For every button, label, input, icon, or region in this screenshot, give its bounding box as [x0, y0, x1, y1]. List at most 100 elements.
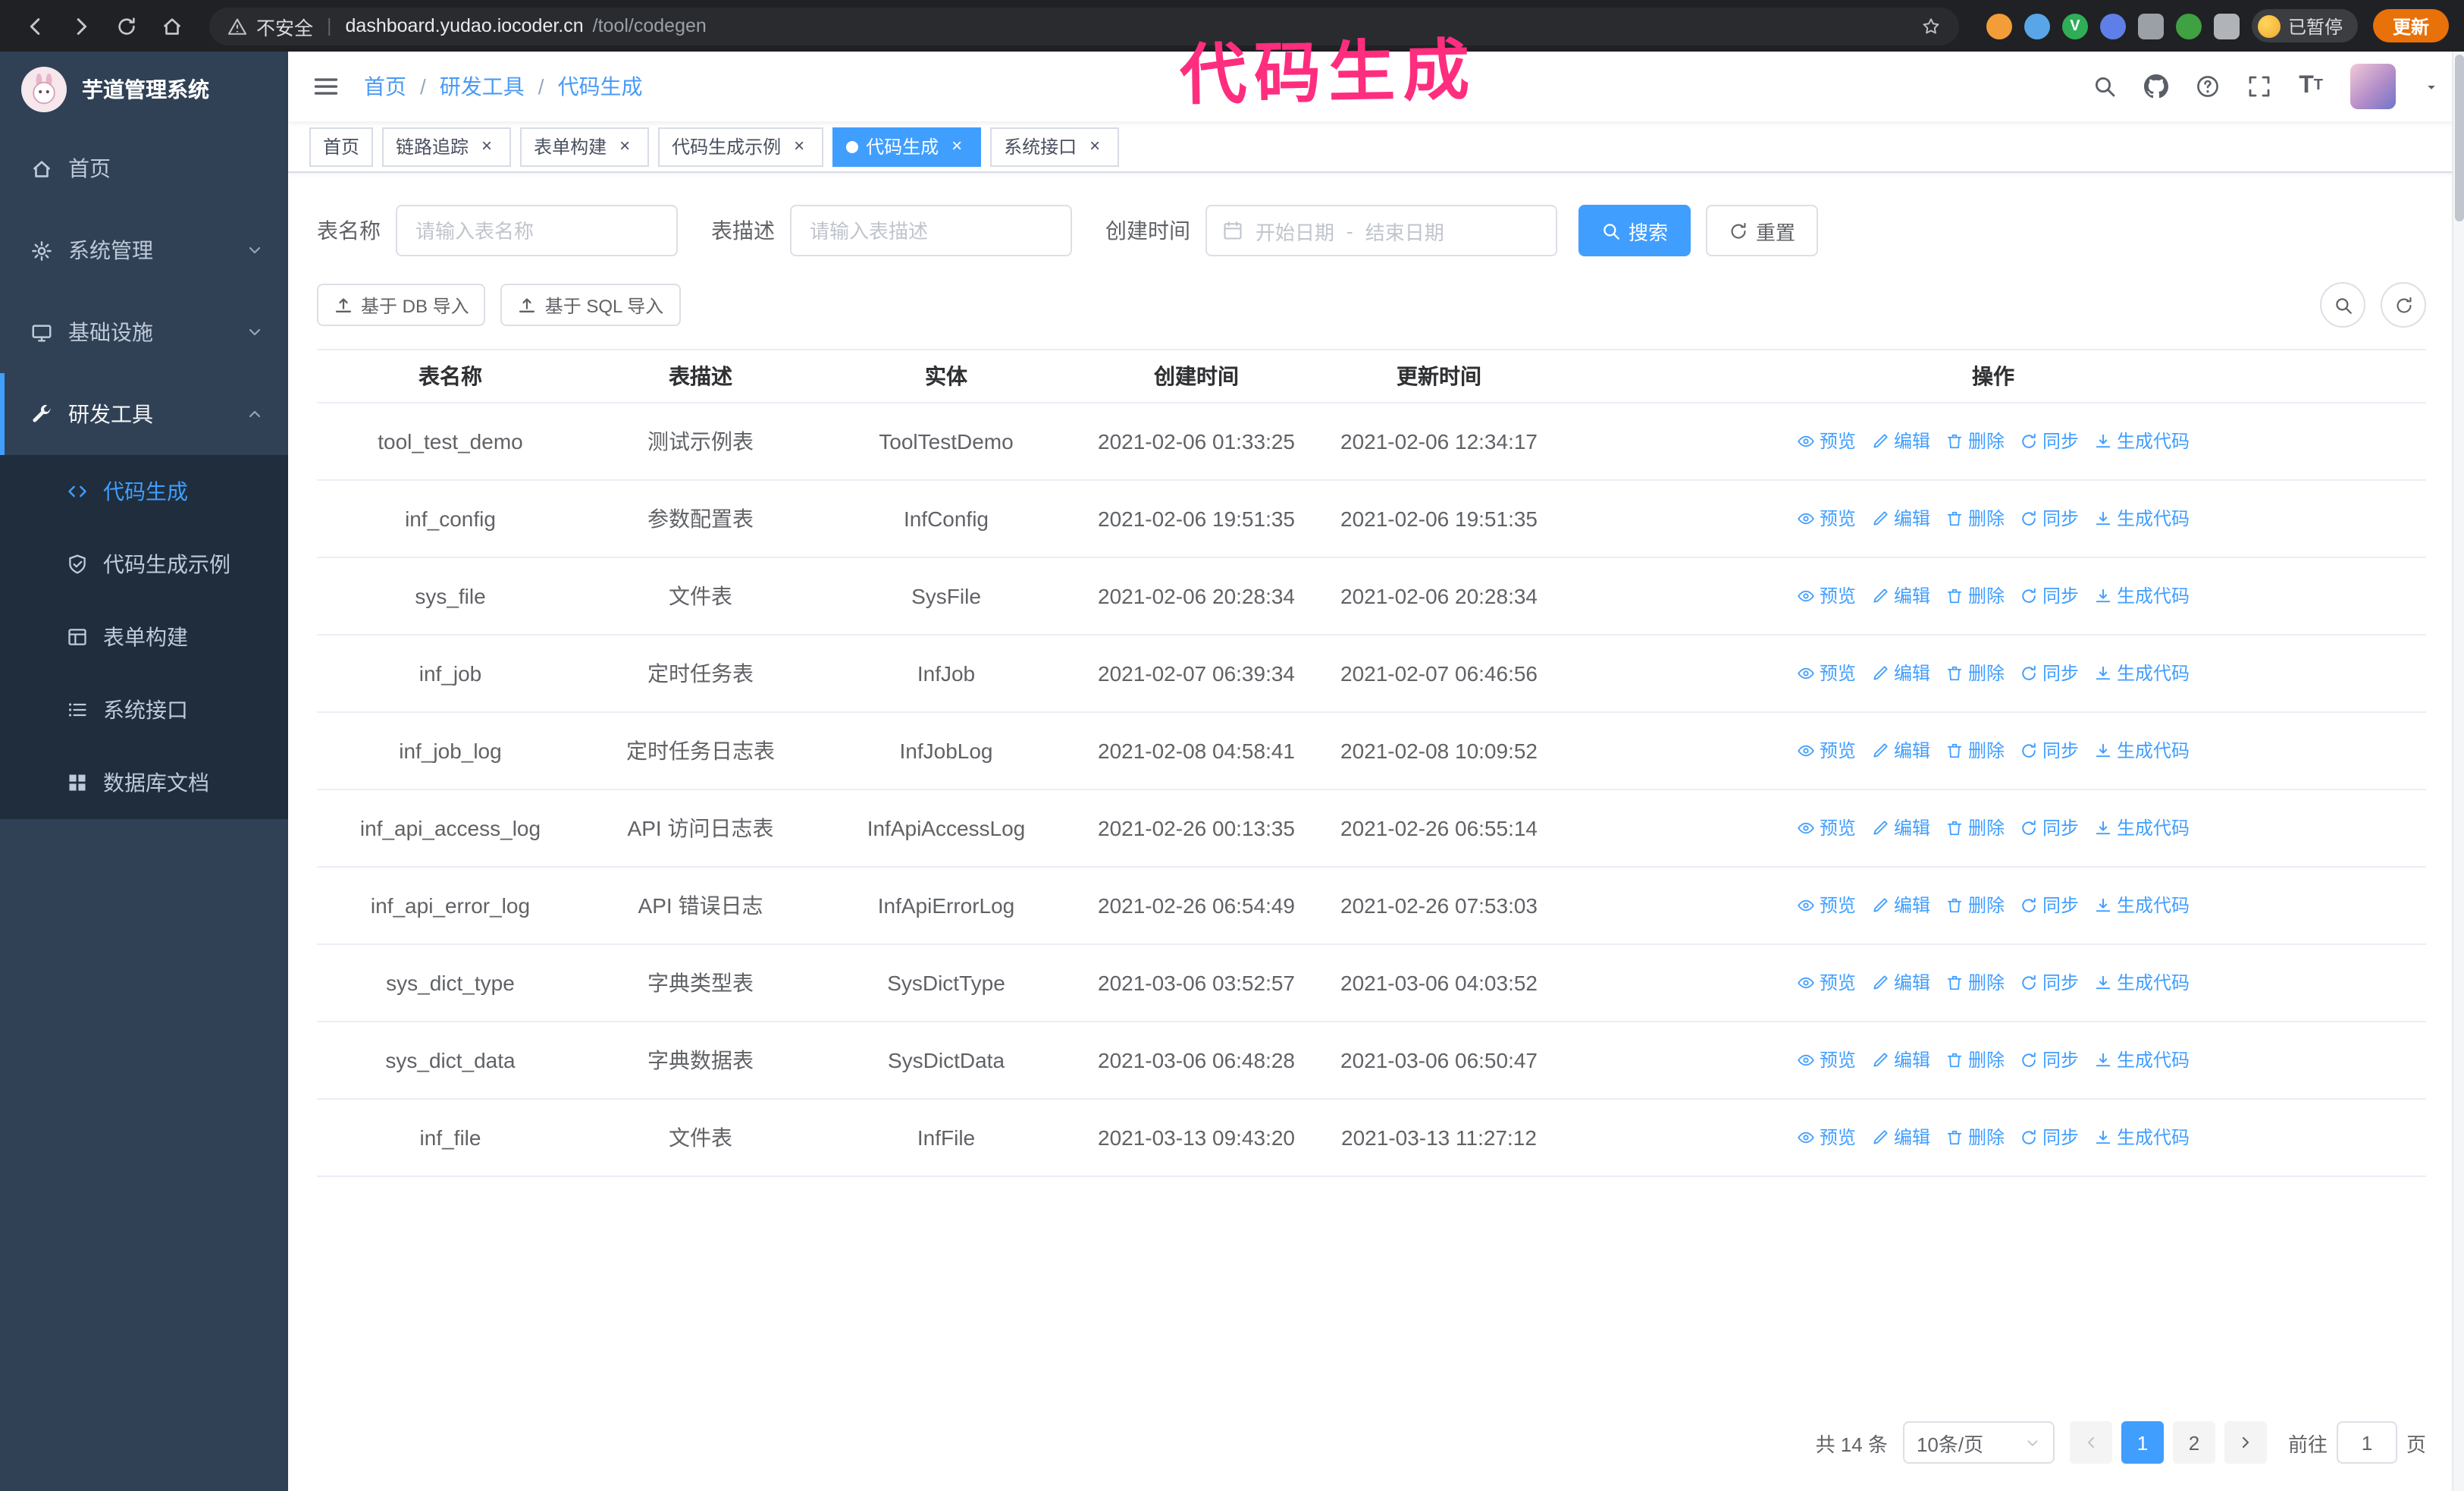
action-edit[interactable]: 编辑 — [1871, 502, 1930, 535]
page-size-select[interactable]: 10条/页 — [1902, 1421, 2055, 1464]
action-sync[interactable]: 同步 — [2020, 734, 2079, 767]
profile-chip[interactable]: 已暂停 — [2251, 9, 2358, 42]
action-delete[interactable]: 删除 — [1945, 1121, 2005, 1154]
close-icon[interactable]: × — [946, 135, 967, 157]
close-icon[interactable]: × — [476, 135, 497, 157]
sidebar-item-home[interactable]: 首页 — [0, 127, 288, 209]
action-preview[interactable]: 预览 — [1797, 1121, 1856, 1154]
action-edit[interactable]: 编辑 — [1871, 657, 1930, 690]
toggle-search-button[interactable] — [2320, 282, 2365, 328]
action-delete[interactable]: 删除 — [1945, 657, 2005, 690]
sidebar-item-system[interactable]: 系统管理 — [0, 209, 288, 291]
sidebar-subitem-api-doc[interactable]: 系统接口 — [0, 673, 288, 746]
action-delete[interactable]: 删除 — [1945, 425, 2005, 458]
import-sql-button[interactable]: 基于 SQL 导入 — [500, 284, 681, 326]
action-preview[interactable]: 预览 — [1797, 734, 1856, 767]
tab-form-builder[interactable]: 表单构建 × — [520, 127, 650, 166]
caret-down-icon[interactable] — [2423, 78, 2440, 95]
action-preview[interactable]: 预览 — [1797, 657, 1856, 690]
action-edit[interactable]: 编辑 — [1871, 966, 1930, 1000]
action-generate[interactable]: 生成代码 — [2094, 579, 2190, 613]
breadcrumb-item[interactable]: 代码生成 — [558, 71, 643, 102]
table-desc-input[interactable] — [790, 205, 1072, 256]
action-preview[interactable]: 预览 — [1797, 502, 1856, 535]
action-sync[interactable]: 同步 — [2020, 425, 2079, 458]
sidebar-subitem-codegen[interactable]: 代码生成 — [0, 455, 288, 528]
prev-page-button[interactable] — [2069, 1421, 2112, 1464]
action-edit[interactable]: 编辑 — [1871, 811, 1930, 845]
back-button[interactable] — [15, 6, 55, 46]
chrome-update-button[interactable]: 更新 — [2372, 9, 2449, 42]
breadcrumb-item[interactable]: 首页 — [364, 71, 406, 102]
next-page-button[interactable] — [2224, 1421, 2267, 1464]
fullscreen-button[interactable] — [2247, 74, 2271, 99]
action-preview[interactable]: 预览 — [1797, 1044, 1856, 1077]
sidebar-subitem-form-builder[interactable]: 表单构建 — [0, 601, 288, 673]
table-name-input[interactable] — [396, 205, 678, 256]
refresh-table-button[interactable] — [2381, 282, 2426, 328]
action-edit[interactable]: 编辑 — [1871, 579, 1930, 613]
page-number-button[interactable]: 1 — [2121, 1421, 2164, 1464]
forward-button[interactable] — [61, 6, 100, 46]
action-edit[interactable]: 编辑 — [1871, 1044, 1930, 1077]
action-preview[interactable]: 预览 — [1797, 889, 1856, 922]
sidebar-subitem-db-doc[interactable]: 数据库文档 — [0, 746, 288, 819]
action-sync[interactable]: 同步 — [2020, 811, 2079, 845]
tab-codegen-example[interactable]: 代码生成示例 × — [658, 127, 824, 166]
github-button[interactable] — [2144, 74, 2168, 99]
page-number-button[interactable]: 2 — [2172, 1421, 2215, 1464]
search-button[interactable] — [2093, 74, 2117, 99]
breadcrumb-item[interactable]: 研发工具 — [440, 71, 525, 102]
action-generate[interactable]: 生成代码 — [2094, 966, 2190, 1000]
action-delete[interactable]: 删除 — [1945, 502, 2005, 535]
reload-button[interactable] — [106, 6, 146, 46]
question-button[interactable] — [2196, 74, 2220, 99]
tab-trace[interactable]: 链路追踪 × — [382, 127, 512, 166]
action-generate[interactable]: 生成代码 — [2094, 811, 2190, 845]
extension-icon[interactable] — [2175, 13, 2202, 39]
action-edit[interactable]: 编辑 — [1871, 425, 1930, 458]
tab-home[interactable]: 首页 — [309, 127, 374, 166]
close-icon[interactable]: × — [1084, 135, 1105, 157]
sidebar-item-infra[interactable]: 基础设施 — [0, 291, 288, 373]
action-preview[interactable]: 预览 — [1797, 966, 1856, 1000]
action-delete[interactable]: 删除 — [1945, 734, 2005, 767]
action-edit[interactable]: 编辑 — [1871, 734, 1930, 767]
scrollbar-thumb[interactable] — [2455, 55, 2464, 221]
close-icon[interactable]: × — [788, 135, 810, 157]
address-bar[interactable]: 不安全 | dashboard.yudao.iocoder.cn/tool/co… — [209, 7, 1959, 45]
extension-icon[interactable] — [2099, 13, 2126, 39]
reset-button[interactable]: 重置 — [1706, 205, 1819, 256]
action-sync[interactable]: 同步 — [2020, 657, 2079, 690]
action-generate[interactable]: 生成代码 — [2094, 889, 2190, 922]
action-delete[interactable]: 删除 — [1945, 966, 2005, 1000]
extension-icon[interactable] — [2213, 13, 2240, 39]
action-generate[interactable]: 生成代码 — [2094, 657, 2190, 690]
create-time-range-picker[interactable]: 开始日期 - 结束日期 — [1205, 205, 1557, 256]
action-edit[interactable]: 编辑 — [1871, 889, 1930, 922]
action-sync[interactable]: 同步 — [2020, 579, 2079, 613]
sidebar-item-devtools[interactable]: 研发工具 — [0, 373, 288, 455]
app-logo[interactable]: 芋道管理系统 — [0, 52, 288, 127]
action-generate[interactable]: 生成代码 — [2094, 502, 2190, 535]
action-preview[interactable]: 预览 — [1797, 579, 1856, 613]
close-icon[interactable]: × — [614, 135, 635, 157]
action-generate[interactable]: 生成代码 — [2094, 734, 2190, 767]
bookmark-star-icon[interactable] — [1921, 14, 1941, 37]
action-preview[interactable]: 预览 — [1797, 425, 1856, 458]
action-sync[interactable]: 同步 — [2020, 502, 2079, 535]
hamburger-button[interactable] — [312, 73, 340, 100]
scrollbar[interactable] — [2452, 52, 2464, 1491]
tab-codegen[interactable]: 代码生成 × — [832, 127, 982, 166]
sidebar-subitem-codegen-example[interactable]: 代码生成示例 — [0, 528, 288, 601]
extension-icon[interactable]: V — [2061, 13, 2088, 39]
import-db-button[interactable]: 基于 DB 导入 — [317, 284, 486, 326]
action-delete[interactable]: 删除 — [1945, 579, 2005, 613]
font-size-icon[interactable]: TT — [2299, 74, 2323, 99]
action-generate[interactable]: 生成代码 — [2094, 425, 2190, 458]
action-sync[interactable]: 同步 — [2020, 889, 2079, 922]
action-generate[interactable]: 生成代码 — [2094, 1044, 2190, 1077]
action-delete[interactable]: 删除 — [1945, 811, 2005, 845]
extension-icon[interactable] — [1986, 13, 2012, 39]
goto-page-input[interactable] — [2336, 1421, 2397, 1464]
